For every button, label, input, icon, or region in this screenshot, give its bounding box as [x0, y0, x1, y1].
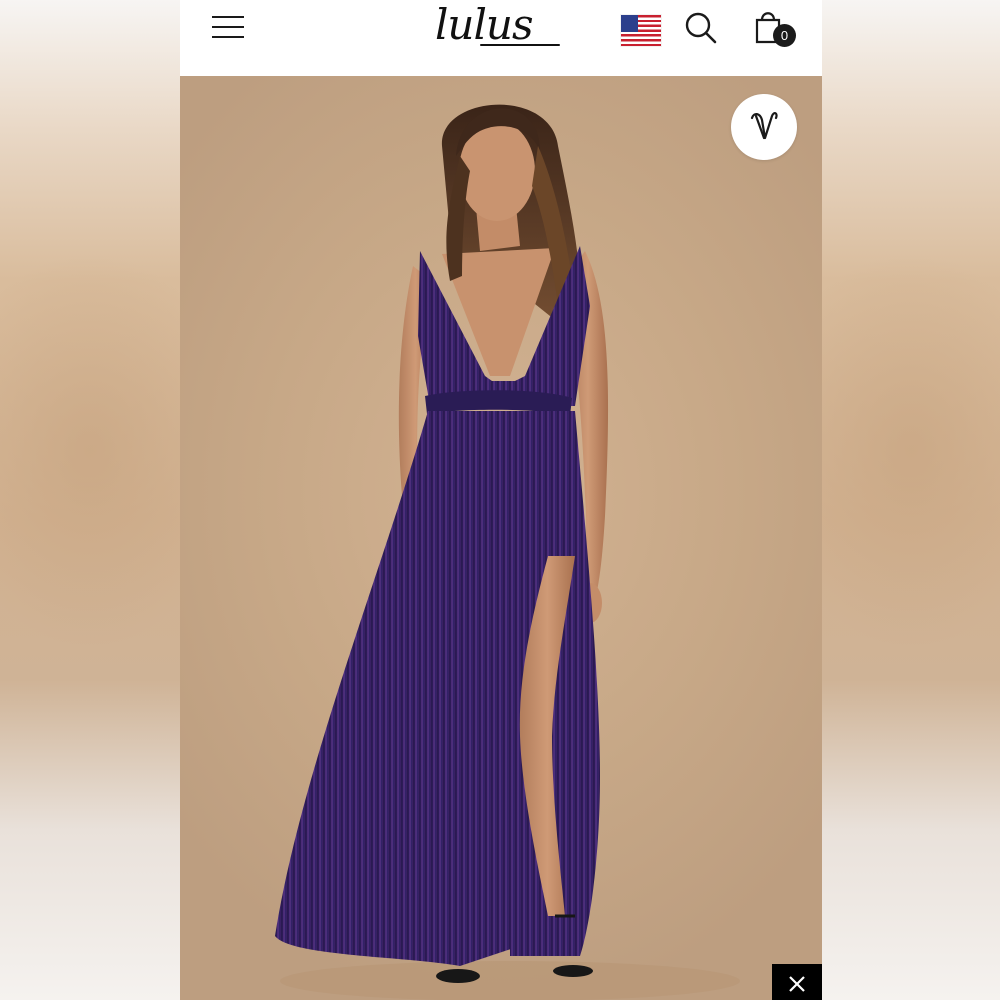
- heart-icon: [750, 112, 778, 140]
- site-header: lulus 0: [180, 0, 822, 76]
- model-illustration: [275, 104, 740, 1000]
- logo-flourish: [480, 44, 560, 46]
- lulus-logo[interactable]: lulus: [435, 0, 534, 56]
- close-button[interactable]: [772, 964, 822, 1000]
- close-icon: [789, 976, 805, 992]
- mobile-screen: lulus 0: [180, 0, 822, 1000]
- flag-canton: [621, 15, 638, 32]
- blurred-background-right: [822, 0, 1000, 1000]
- wishlist-button[interactable]: [731, 94, 797, 160]
- hamburger-menu-icon[interactable]: [212, 14, 244, 40]
- blurred-background-left: [0, 0, 180, 1000]
- cart-count-badge: 0: [773, 24, 796, 47]
- product-photo[interactable]: [180, 76, 822, 1000]
- search-icon[interactable]: [683, 10, 719, 46]
- us-flag-icon[interactable]: [621, 15, 661, 46]
